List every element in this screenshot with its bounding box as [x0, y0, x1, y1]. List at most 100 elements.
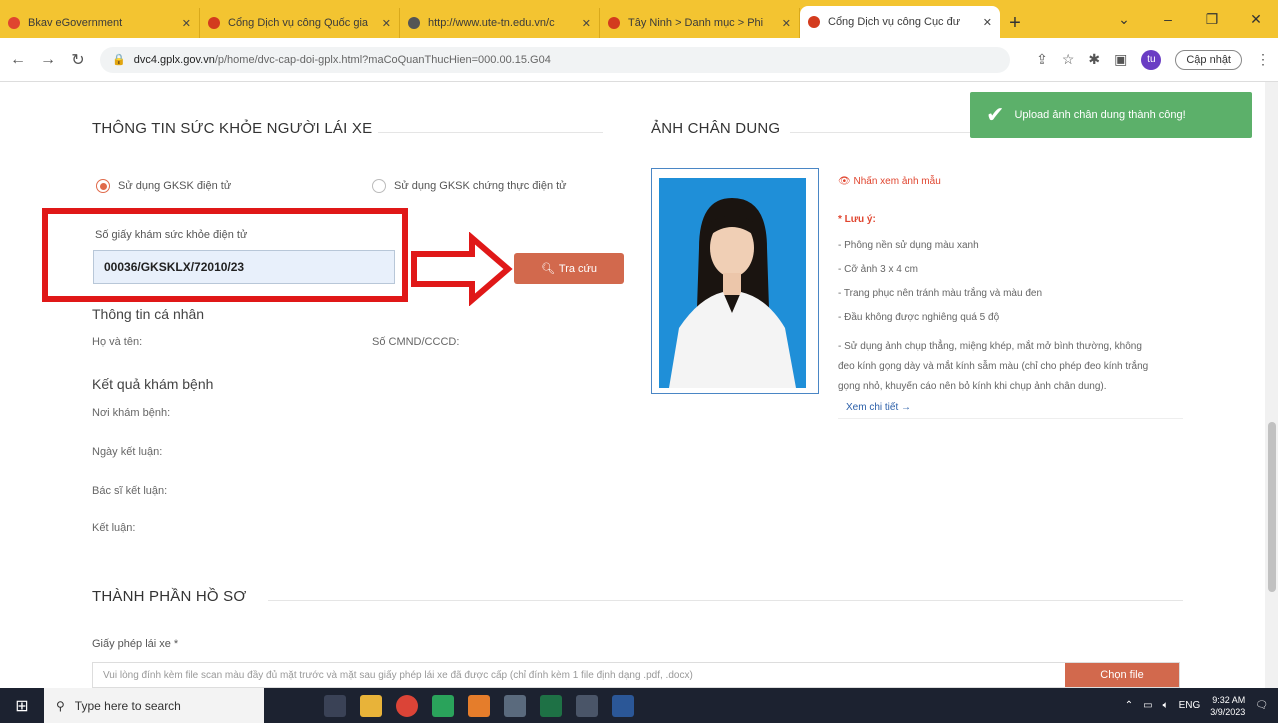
note-item: gọng nhỏ, khuyến cáo nên bỏ kính khi chụ…: [838, 381, 1107, 392]
windows-taskbar: ⊞ ⚲ Type here to search ⌃ ▭ 🔈︎ ENG 9:32 …: [0, 688, 1278, 723]
url-field[interactable]: 🔒 dvc4.gplx.gov.vn /p/home/dvc-cap-doi-g…: [100, 46, 1010, 73]
toast-message: Upload ảnh chân dung thành công!: [1014, 109, 1186, 121]
search-icon: 🔍︎: [540, 263, 555, 275]
note-item: - Cỡ ảnh 3 x 4 cm: [838, 264, 918, 275]
close-icon[interactable]: ✕: [382, 17, 391, 30]
radio-gksk-electronic[interactable]: Sử dụng GKSK điện tử: [96, 179, 231, 193]
system-tray: ⌃ ▭ 🔈︎ ENG 9:32 AM 3/9/2023 🗨︎: [1125, 694, 1278, 718]
update-button[interactable]: Cập nhật: [1175, 49, 1242, 70]
lookup-label: Tra cứu: [558, 262, 598, 275]
close-icon[interactable]: ✕: [582, 17, 591, 30]
tab-dvc-cuc-duong-bo[interactable]: Cổng Dịch vụ công Cục đư ✕: [800, 6, 1000, 38]
new-tab-button[interactable]: +: [1000, 8, 1030, 38]
toolbar-right: ⇪ ☆ ✱ ▣ tu Cập nhật ⋮: [1036, 49, 1278, 70]
sample-photo-link[interactable]: 👁︎ Nhấn xem ảnh mẫu: [838, 172, 941, 192]
app-icon[interactable]: [504, 694, 526, 717]
site-icon: [608, 17, 620, 29]
word-icon[interactable]: [612, 694, 634, 717]
taskbar-search[interactable]: ⚲ Type here to search: [44, 688, 264, 723]
maximize-icon[interactable]: ❐: [1190, 11, 1234, 28]
name-label: Họ và tên:: [92, 336, 143, 348]
close-window-icon[interactable]: ✕: [1234, 11, 1278, 28]
language-indicator[interactable]: ENG: [1179, 700, 1201, 711]
address-bar: ← → ↻ 🔒 dvc4.gplx.gov.vn /p/home/dvc-cap…: [0, 38, 1278, 82]
note-item: - Phông nền sử dụng màu xanh: [838, 240, 979, 251]
license-label: Giấy phép lái xe *: [92, 638, 179, 650]
divider: [268, 600, 1183, 601]
minimize-icon[interactable]: –: [1146, 11, 1190, 27]
eye-icon: 👁︎: [838, 176, 851, 187]
docs-section-title: THÀNH PHẦN HỒ SƠ: [92, 588, 247, 605]
health-section-title: THÔNG TIN SỨC KHỎE NGƯỜI LÁI XE: [92, 120, 373, 137]
notification-icon[interactable]: 🗨︎: [1255, 700, 1268, 711]
back-icon[interactable]: ←: [6, 51, 30, 69]
reload-icon[interactable]: ↻: [66, 50, 90, 70]
lock-icon[interactable]: 🔒: [112, 53, 126, 66]
radio-gksk-certified[interactable]: Sử dụng GKSK chứng thực điện tử: [372, 179, 567, 193]
doctor-label: Bác sĩ kết luận:: [92, 485, 168, 497]
lookup-button[interactable]: 🔍︎ Tra cứu: [514, 253, 624, 284]
tab-label: Bkav eGovernment: [28, 17, 123, 29]
shield-icon: [8, 17, 20, 29]
divider: [790, 132, 970, 133]
forward-icon[interactable]: →: [36, 51, 60, 69]
close-icon[interactable]: ✕: [782, 17, 791, 30]
note-item: - Đầu không được nghiêng quá 5 độ: [838, 312, 1000, 323]
tab-tay-ninh[interactable]: Tây Ninh > Danh mục > Phi ✕: [600, 8, 800, 38]
clock-time: 9:32 AM: [1212, 694, 1246, 705]
scrollbar-thumb[interactable]: [1268, 422, 1276, 592]
tab-search-icon[interactable]: ⌄: [1102, 11, 1146, 28]
portrait-photo: [659, 178, 806, 388]
sidepanel-icon[interactable]: ▣: [1114, 51, 1127, 68]
chevron-up-icon[interactable]: ⌃: [1125, 700, 1133, 711]
taskbar-apps: [324, 694, 634, 717]
close-icon[interactable]: ✕: [182, 17, 191, 30]
browser-tab-bar: Bkav eGovernment ✕ Cổng Dịch vụ công Quố…: [0, 0, 1278, 38]
radio-unselected-icon: [372, 179, 386, 193]
avatar[interactable]: tu: [1141, 49, 1162, 70]
chrome-icon[interactable]: [396, 694, 418, 717]
network-icon[interactable]: ▭: [1143, 700, 1152, 711]
search-icon: ⚲: [56, 698, 65, 713]
page-content: THÔNG TIN SỨC KHỎE NGƯỜI LÁI XE ẢNH CHÂN…: [0, 82, 1265, 688]
tab-label: Cổng Dịch vụ công Quốc gia: [228, 17, 369, 29]
window-controls: ⌄ – ❐ ✕: [1102, 0, 1278, 38]
exam-place-label: Nơi khám bệnh:: [92, 407, 171, 419]
app-icon[interactable]: [468, 694, 490, 717]
tab-dvc-quoc-gia[interactable]: Cổng Dịch vụ công Quốc gia ✕: [200, 8, 400, 38]
tab-ute[interactable]: http://www.ute-tn.edu.vn/c ✕: [400, 8, 600, 38]
clock[interactable]: 9:32 AM 3/9/2023: [1210, 694, 1245, 718]
excel-icon[interactable]: [540, 694, 562, 717]
note-item: - Sử dụng ảnh chụp thẳng, miệng khép, mắ…: [838, 341, 1142, 352]
highlight-box: [42, 208, 408, 302]
volume-icon[interactable]: 🔈︎: [1163, 700, 1169, 711]
check-icon: ✔: [986, 102, 1005, 127]
taskbar-search-placeholder: Type here to search: [74, 698, 181, 713]
tab-label: http://www.ute-tn.edu.vn/c: [428, 17, 555, 29]
file-explorer-icon[interactable]: [360, 694, 382, 717]
task-view-icon[interactable]: [324, 694, 346, 717]
app-icon[interactable]: [576, 694, 598, 717]
note-item: đeo kính gọng dày và mắt kính sẫm màu (c…: [838, 361, 1149, 372]
site-icon: [208, 17, 220, 29]
choose-file-button[interactable]: Chọn file: [1065, 663, 1179, 687]
app-icon[interactable]: [432, 694, 454, 717]
windows-start-icon[interactable]: ⊞: [0, 696, 44, 716]
conclusion-label: Kết luận:: [92, 522, 136, 534]
extensions-icon[interactable]: ✱: [1088, 51, 1100, 68]
detail-link[interactable]: Xem chi tiết →: [846, 398, 911, 418]
license-upload-field[interactable]: Vui lòng đính kèm file scan màu đầy đủ m…: [92, 662, 1180, 688]
arrow-right-icon: [411, 232, 513, 306]
success-toast: ✔ Upload ảnh chân dung thành công!: [970, 92, 1252, 138]
url-path: /p/home/dvc-cap-doi-gplx.html?maCoQuanTh…: [214, 53, 551, 66]
portrait-section-title: ẢNH CHÂN DUNG: [651, 120, 781, 137]
close-icon[interactable]: ✕: [983, 16, 992, 29]
share-icon[interactable]: ⇪: [1036, 51, 1048, 68]
page-scrollbar[interactable]: [1265, 82, 1278, 688]
tab-bkav[interactable]: Bkav eGovernment ✕: [0, 8, 200, 38]
tab-label: Cổng Dịch vụ công Cục đư: [828, 16, 961, 28]
personal-info-title: Thông tin cá nhân: [92, 306, 205, 322]
star-icon[interactable]: ☆: [1062, 51, 1075, 68]
radio-label: Sử dụng GKSK điện tử: [118, 180, 232, 192]
menu-icon[interactable]: ⋮: [1256, 51, 1270, 68]
